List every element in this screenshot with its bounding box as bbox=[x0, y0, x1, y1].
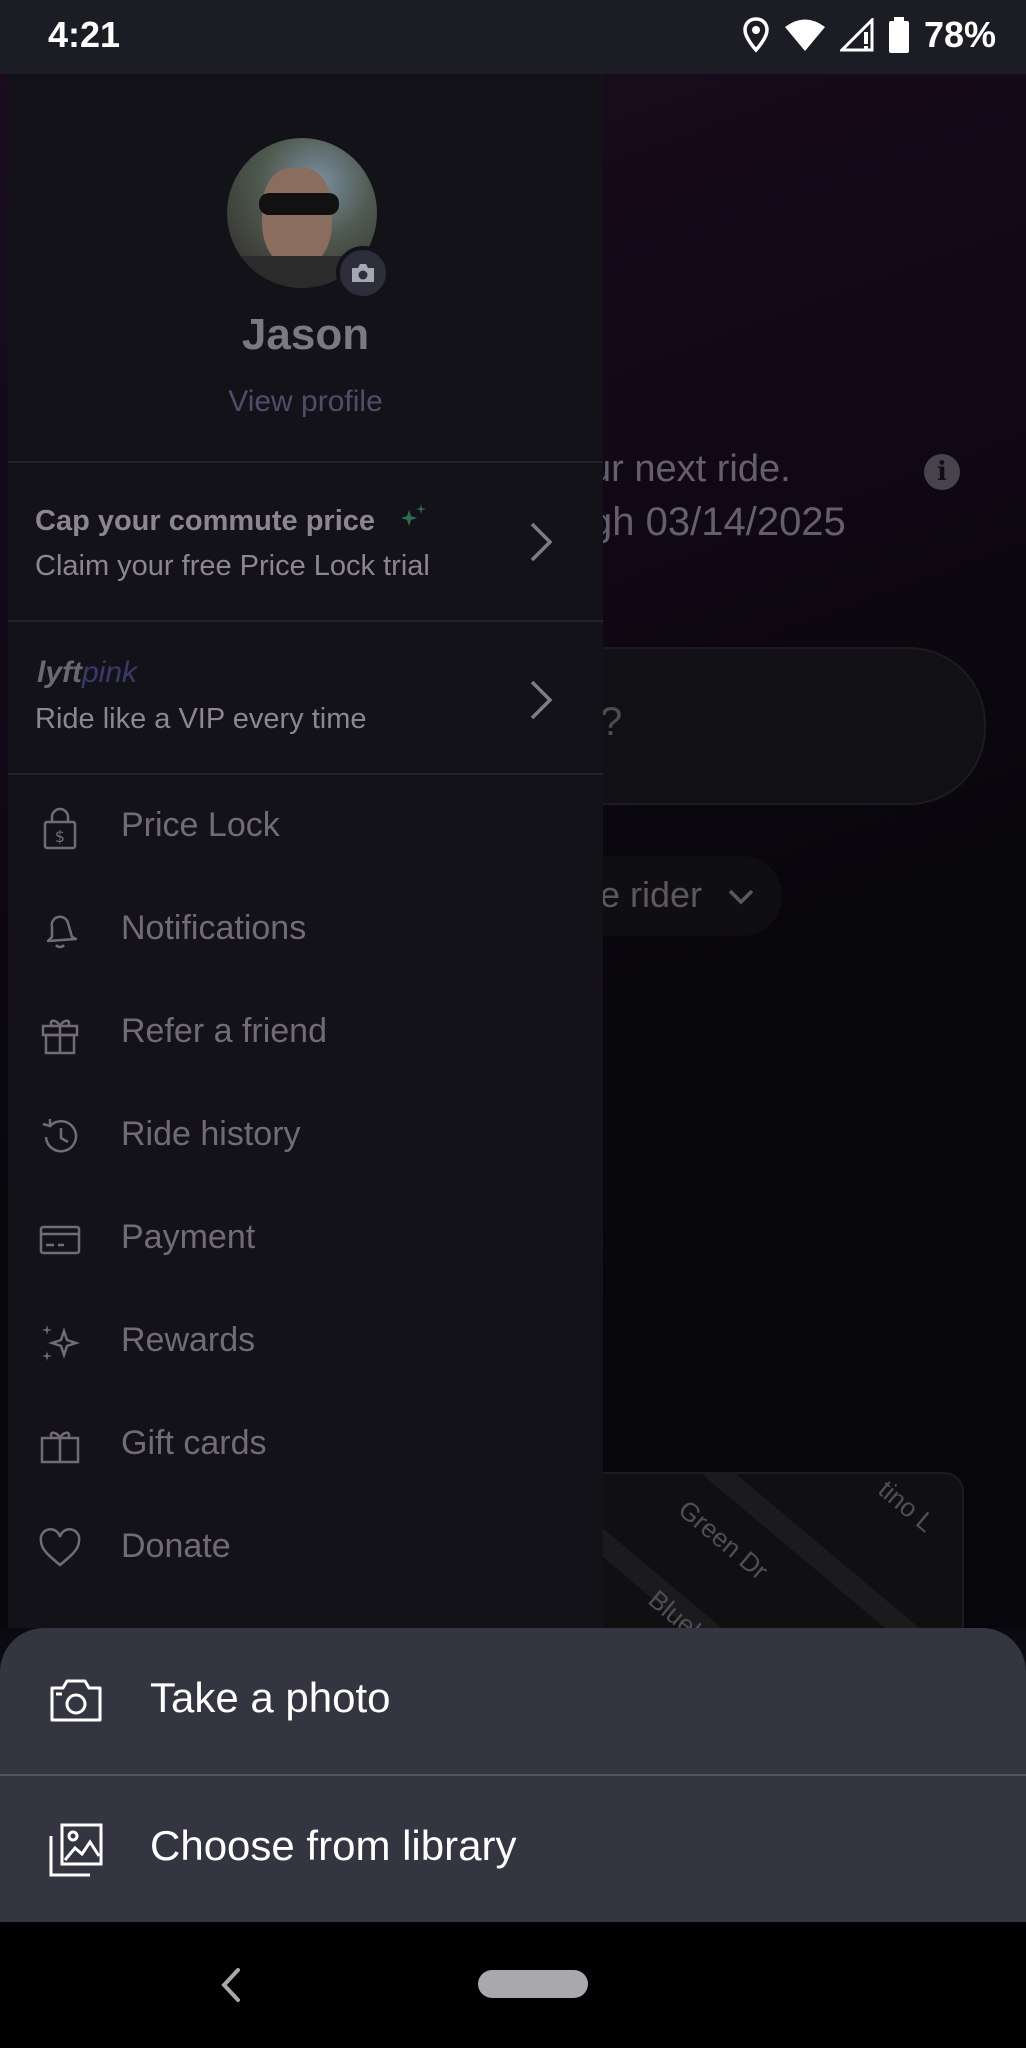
menu-label: Refer a friend bbox=[121, 1012, 327, 1050]
promo-title-text: Cap your commute price bbox=[35, 505, 376, 537]
back-icon[interactable] bbox=[212, 1960, 252, 2010]
signal-icon bbox=[839, 18, 874, 52]
photo-options-sheet: Take a photo Choose from library bbox=[0, 1628, 1026, 1922]
menu-item-payment[interactable]: Payment bbox=[8, 1196, 603, 1286]
logo-lyft: lyft bbox=[37, 656, 82, 689]
gift-card-icon bbox=[40, 1431, 80, 1464]
menu-label: Gift cards bbox=[121, 1424, 267, 1462]
wifi-icon bbox=[784, 19, 825, 51]
sparkle-icon bbox=[42, 1325, 80, 1361]
location-icon bbox=[743, 17, 769, 53]
promo-subtitle: Ride like a VIP every time bbox=[35, 703, 367, 735]
menu-item-ride-history[interactable]: Ride history bbox=[8, 1093, 603, 1183]
status-time: 4:21 bbox=[48, 14, 121, 55]
lyft-pink-promo[interactable] bbox=[8, 622, 603, 772]
menu-label: Ride history bbox=[121, 1115, 301, 1153]
divider bbox=[8, 773, 603, 775]
camera-icon bbox=[50, 1679, 102, 1722]
bell-icon bbox=[46, 915, 78, 949]
home-pill[interactable] bbox=[478, 1970, 588, 1998]
menu-item-price-lock[interactable]: $ Price Lock bbox=[8, 784, 603, 874]
battery-percent: 78% bbox=[923, 14, 996, 55]
lock-dollar-icon: $ bbox=[43, 807, 77, 850]
take-photo-option[interactable]: Take a photo bbox=[0, 1628, 1026, 1774]
menu-item-rewards[interactable]: Rewards bbox=[8, 1299, 603, 1389]
menu-item-donate[interactable]: Donate bbox=[8, 1505, 603, 1595]
menu-item-refer-a-friend[interactable]: Refer a friend bbox=[8, 990, 603, 1080]
sparkle-icon bbox=[401, 504, 427, 526]
logo-pink: pink bbox=[82, 656, 138, 689]
menu-item-gift-cards[interactable]: Gift cards bbox=[8, 1402, 603, 1492]
status-icons: 78% bbox=[742, 14, 996, 56]
view-profile-link[interactable]: View profile bbox=[8, 385, 603, 419]
gallery-icon bbox=[49, 1823, 103, 1877]
lyft-pink-logo: lyftpink bbox=[37, 656, 137, 690]
menu-label: Notifications bbox=[121, 909, 307, 947]
menu-label: Rewards bbox=[121, 1321, 256, 1359]
take-photo-label: Take a photo bbox=[150, 1674, 391, 1721]
price-lock-promo[interactable] bbox=[8, 463, 603, 618]
svg-text:$: $ bbox=[55, 827, 65, 846]
heart-icon bbox=[39, 1528, 81, 1567]
menu-label: Payment bbox=[121, 1218, 256, 1256]
promo-title: Cap your commute price bbox=[35, 502, 429, 538]
menu-item-notifications[interactable]: Notifications bbox=[8, 887, 603, 977]
history-icon bbox=[42, 1119, 78, 1153]
gift-icon bbox=[41, 1019, 79, 1055]
choose-from-library-label: Choose from library bbox=[150, 1822, 517, 1869]
card-icon bbox=[39, 1225, 81, 1255]
menu-label: Donate bbox=[121, 1527, 231, 1565]
profile-name: Jason bbox=[241, 310, 370, 359]
menu-label: Price Lock bbox=[121, 806, 280, 844]
battery-icon bbox=[888, 17, 909, 53]
choose-from-library-option[interactable]: Choose from library bbox=[0, 1776, 1026, 1922]
chevron-right-icon bbox=[530, 680, 553, 720]
promo-subtitle: Claim your free Price Lock trial bbox=[35, 550, 430, 582]
camera-badge-icon[interactable] bbox=[336, 246, 390, 300]
chevron-right-icon bbox=[530, 522, 553, 562]
